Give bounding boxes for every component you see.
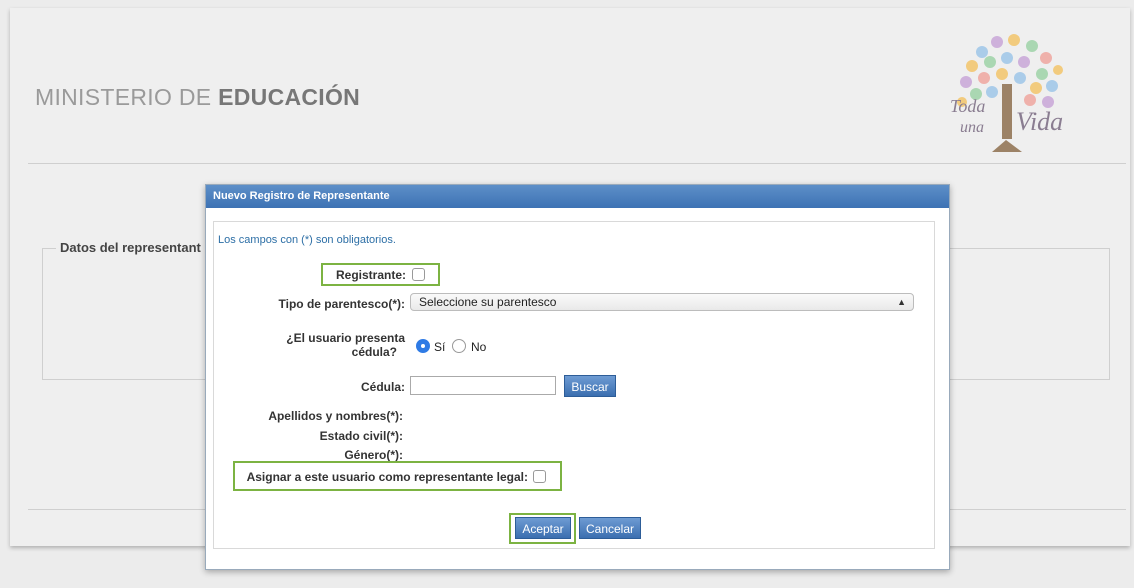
cedula-question-line2: cédula? [351,345,397,359]
parentesco-label: Tipo de parentesco(*): [278,297,405,311]
radio-no-label[interactable]: No [471,340,486,354]
header-divider [28,163,1126,164]
genero-label: Género(*): [344,448,403,462]
parentesco-select[interactable]: Seleccione su parentesco ▲ [410,293,914,311]
logo-bold-text: EDUCACIÓN [218,84,361,110]
representante-legal-checkbox[interactable] [533,470,546,483]
aceptar-button[interactable]: Aceptar [515,517,571,539]
ministry-logo-text: MINISTERIO DE EDUCACIÓN [35,84,360,111]
required-fields-note: Los campos con (*) son obligatorios. [218,234,396,246]
logo-light-text: MINISTERIO DE [35,84,219,110]
buscar-button[interactable]: Buscar [564,375,616,397]
cedula-question-line1: ¿El usuario presenta [286,331,405,345]
parentesco-select-value: Seleccione su parentesco [419,295,557,309]
toda-una-vida-logo: Toda una Vida [950,34,1063,152]
estado-civil-label: Estado civil(*): [319,429,403,443]
radio-si[interactable] [416,339,430,353]
tree-text-vida: Vida [1016,107,1063,136]
dialog-title: Nuevo Registro de Representante [206,185,949,208]
radio-no[interactable] [452,339,466,353]
registrante-label: Registrante: [335,268,406,282]
tree-text-toda: Toda [950,96,985,116]
apellidos-label: Apellidos y nombres(*): [268,409,403,423]
select-arrows-icon: ▲ [897,297,906,307]
representante-legal-label: Asignar a este usuario como representant… [246,470,528,484]
cancelar-button[interactable]: Cancelar [579,517,641,539]
fieldset-legend: Datos del representant [56,240,205,255]
tree-text-una: una [960,119,984,136]
cedula-label: Cédula: [360,380,405,394]
cedula-input[interactable] [410,376,556,395]
radio-si-label[interactable]: Sí [434,340,445,354]
registrante-checkbox[interactable] [412,268,425,281]
